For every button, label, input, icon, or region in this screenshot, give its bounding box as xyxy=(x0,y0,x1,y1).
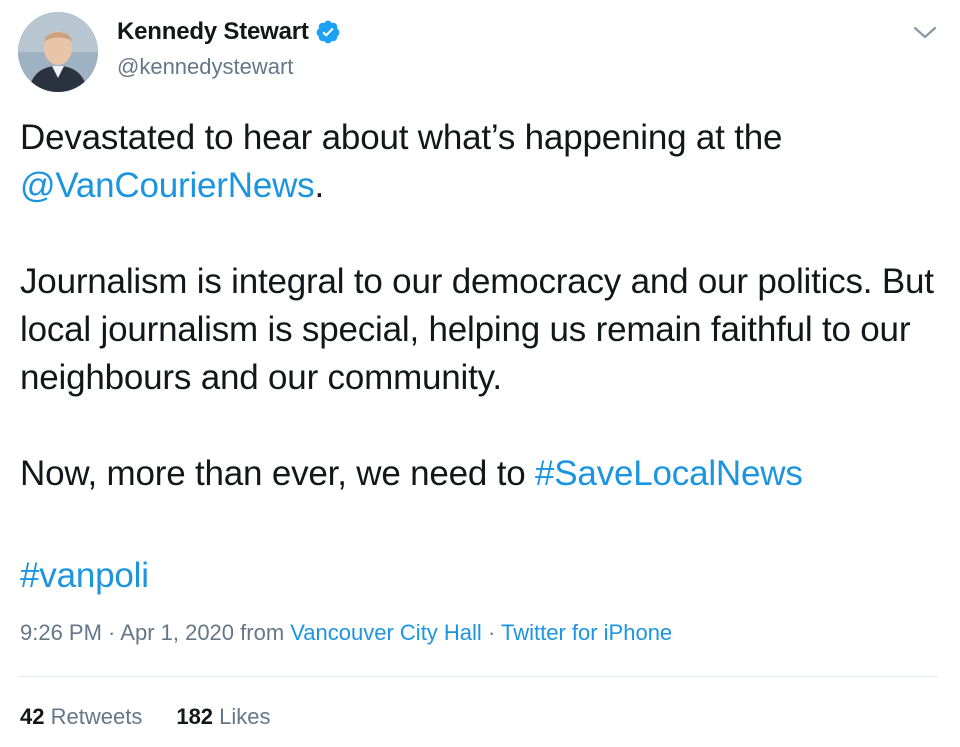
tweet-paragraph-3: Now, more than ever, we need to #SaveLoc… xyxy=(20,450,945,498)
tweet-text-segment: . xyxy=(314,166,325,205)
author-handle[interactable]: @kennedystewart xyxy=(117,54,293,80)
verified-badge-icon xyxy=(316,20,340,44)
divider xyxy=(20,676,938,677)
avatar-photo xyxy=(18,12,98,92)
retweets-stat[interactable]: 42 Retweets xyxy=(20,704,142,730)
tweet-date[interactable]: Apr 1, 2020 xyxy=(120,620,234,645)
author-name-row[interactable]: Kennedy Stewart xyxy=(117,18,341,46)
mention-link[interactable]: @VanCourierNews xyxy=(20,166,315,205)
chevron-down-icon[interactable] xyxy=(912,22,938,42)
tweet-meta: 9:26 PM · Apr 1, 2020 from Vancouver Cit… xyxy=(20,620,672,646)
likes-stat[interactable]: 182 Likes xyxy=(176,704,270,730)
likes-label: Likes xyxy=(219,704,271,729)
likes-count: 182 xyxy=(176,704,214,729)
hashtag-link-savelocalnews[interactable]: #SaveLocalNews xyxy=(535,454,803,493)
separator: · xyxy=(481,620,501,645)
location-link[interactable]: Vancouver City Hall xyxy=(290,620,482,645)
author-display-name[interactable]: Kennedy Stewart xyxy=(117,18,309,46)
source-link[interactable]: Twitter for iPhone xyxy=(501,620,672,645)
avatar[interactable] xyxy=(18,12,98,92)
tweet-card: Kennedy Stewart @kennedystewart Devastat… xyxy=(0,0,960,747)
tweet-text-segment: Devastated to hear about what’s happenin… xyxy=(20,118,783,157)
retweets-count: 42 xyxy=(20,704,45,729)
tweet-paragraph-2: Journalism is integral to our democracy … xyxy=(20,262,934,397)
separator: · xyxy=(101,620,121,645)
meta-from-label: from xyxy=(234,620,291,645)
tweet-text: Devastated to hear about what’s happenin… xyxy=(20,114,945,600)
tweet-paragraph-4: #vanpoli xyxy=(20,552,945,600)
tweet-text-segment: Now, more than ever, we need to xyxy=(20,454,536,493)
hashtag-link-vanpoli[interactable]: #vanpoli xyxy=(20,556,149,595)
retweets-label: Retweets xyxy=(50,704,143,729)
tweet-time[interactable]: 9:26 PM xyxy=(20,620,102,645)
tweet-stats: 42 Retweets 182 Likes xyxy=(20,704,271,730)
tweet-paragraph-1: Devastated to hear about what’s happenin… xyxy=(20,114,945,210)
